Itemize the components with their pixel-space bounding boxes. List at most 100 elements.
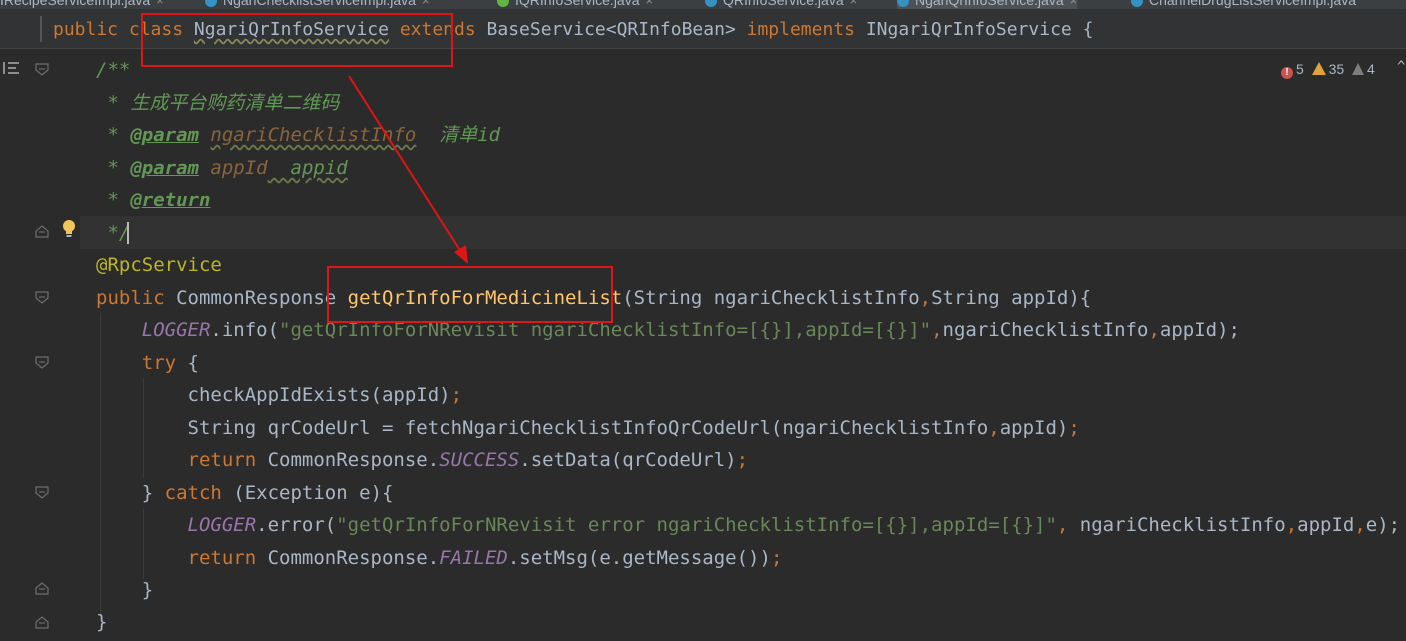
close-icon[interactable]: × [850, 0, 858, 8]
statement: String qrCodeUrl = fetchNgariChecklistIn… [187, 417, 989, 439]
doc-tag-return: @return [130, 189, 211, 211]
tab-ngarichecklistserviceimpl[interactable]: NgariChecklistServiceImpl.java × [205, 0, 430, 9]
code-line-16[interactable]: return CommonResponse.FAILED.setMsg(e.ge… [96, 542, 783, 574]
class-icon [1131, 0, 1143, 8]
argument: appId [1297, 514, 1355, 536]
code-line-17[interactable]: } [96, 574, 153, 606]
comma: , [988, 417, 1000, 439]
comma: , [931, 319, 943, 341]
close-icon[interactable]: × [646, 0, 654, 8]
tab-label: NgariChecklistServiceImpl.java [223, 0, 416, 8]
close-icon[interactable]: × [1070, 0, 1078, 8]
tab-irecipeserviceimpl[interactable]: IRecipeServiceImpl.java × [0, 0, 164, 9]
method-call: checkAppIdExists(appId) [187, 384, 451, 406]
editor-tab-bar: IRecipeServiceImpl.java × NgariChecklistS… [0, 0, 1406, 10]
fold-open-icon[interactable] [35, 486, 49, 499]
return-type: CommonResponse [164, 287, 348, 309]
method-params: (String ngariChecklistInfo [622, 287, 920, 309]
fold-close-icon[interactable] [35, 616, 49, 629]
class-reference: CommonResponse. [256, 547, 440, 569]
doc-star: * [96, 124, 131, 146]
inspection-widget[interactable]: ! 5 35 4 [1281, 60, 1375, 79]
code-line-7[interactable]: @RpcService [96, 249, 222, 281]
error-count: 5 [1296, 61, 1304, 77]
class-reference: CommonResponse. [256, 449, 440, 471]
logger-constant: LOGGER [187, 514, 257, 536]
method-call: .setMsg(e.getMessage()) [507, 547, 771, 569]
warning-count: 35 [1328, 61, 1345, 77]
structure-icon[interactable] [0, 57, 22, 79]
code-line-4[interactable]: * @param appId appid [96, 152, 348, 184]
tab-iqrinfoservice[interactable]: IQRInfoService.java × [497, 0, 653, 9]
code-line-14[interactable]: } catch (Exception e){ [96, 477, 394, 509]
keyword-return: return [187, 547, 257, 569]
code-line-11[interactable]: checkAppIdExists(appId); [96, 379, 463, 411]
class-icon [705, 0, 717, 8]
fold-open-icon[interactable] [35, 356, 49, 369]
lightbulb-icon[interactable] [61, 219, 77, 239]
tab-label: NgariQrInfoService.java [915, 0, 1064, 8]
method-params: String appId){ [931, 287, 1092, 309]
warning-icon [1311, 62, 1326, 75]
fold-close-icon[interactable] [35, 582, 49, 595]
tab-label: ChannelDrugListServiceImpl.java [1149, 0, 1356, 8]
close-brace: } [96, 611, 108, 633]
fold-open-icon[interactable] [35, 63, 49, 76]
keyword-implements: implements [746, 19, 855, 40]
comma: , [1056, 514, 1069, 536]
logger-constant: LOGGER [141, 319, 211, 341]
tab-channeldruglistserviceimpl[interactable]: ChannelDrugListServiceImpl.java [1131, 0, 1356, 9]
fold-close-icon[interactable] [35, 225, 49, 238]
argument: ngariChecklistInfo [942, 319, 1149, 341]
code-line-1[interactable]: /** [96, 54, 130, 86]
argument: ngariChecklistInfo [1068, 514, 1286, 536]
highlight-box-class-name [141, 13, 453, 67]
doc-param-desc: 清单id [416, 124, 501, 146]
code-line-10[interactable]: try { [96, 347, 199, 379]
class-icon [205, 0, 217, 8]
tab-ngariqrinfoservice[interactable]: NgariQrInfoService.java × [897, 0, 1078, 9]
keyword-catch: catch [164, 482, 222, 504]
tab-label: QRInfoService.java [723, 0, 844, 8]
doc-star: * [96, 157, 131, 179]
doc-param-desc: appid [267, 157, 348, 179]
semicolon: ; [1068, 417, 1080, 439]
keyword-try: try [141, 352, 177, 374]
base-class[interactable]: BaseService<QRInfoBean> [487, 19, 736, 40]
close-icon[interactable]: × [422, 0, 430, 8]
doc-comment-end: */ [96, 222, 131, 244]
code-line-2[interactable]: * 生成平台购药清单二维码 [96, 87, 339, 119]
close-icon[interactable]: × [156, 0, 164, 8]
code-line-15[interactable]: LOGGER.error("getQrInfoForNRevisit error… [96, 509, 1401, 541]
comma: , [1354, 514, 1366, 536]
semicolon: ; [450, 384, 463, 406]
argument: appId); [1159, 319, 1240, 341]
semicolon: ; [770, 547, 783, 569]
comma: , [1285, 514, 1298, 536]
interface-name[interactable]: INgariQrInfoService [866, 19, 1072, 40]
method-call: .setData(qrCodeUrl) [519, 449, 737, 471]
tab-qrinfoservice[interactable]: QRInfoService.java × [705, 0, 857, 9]
doc-param-name: ngariChecklistInfo [210, 124, 417, 146]
keyword-public: public [53, 19, 119, 40]
open-brace: { [176, 352, 199, 374]
close-brace: } [141, 579, 154, 601]
code-line-18[interactable]: } [96, 606, 107, 638]
tab-label: IQRInfoService.java [515, 0, 640, 8]
code-line-12[interactable]: String qrCodeUrl = fetchNgariChecklistIn… [96, 412, 1080, 444]
close-brace: } [141, 482, 165, 504]
tab-label: IRecipeServiceImpl.java [0, 0, 151, 8]
weak-warning-icon [1351, 63, 1364, 75]
annotation: @RpcService [96, 254, 222, 276]
comma: , [1148, 319, 1160, 341]
argument: appId) [999, 417, 1069, 439]
error-message-string: "getQrInfoForNRevisit error ngariCheckli… [336, 514, 1057, 536]
code-line-3[interactable]: * @param ngariChecklistInfo 清单id [96, 119, 500, 151]
code-line-9[interactable]: LOGGER.info("getQrInfoForNRevisit ngariC… [96, 314, 1240, 346]
code-line-13[interactable]: return CommonResponse.SUCCESS.setData(qr… [96, 444, 749, 476]
code-line-6[interactable]: */ [96, 217, 130, 249]
code-line-5[interactable]: * @return [96, 184, 210, 216]
fold-open-icon[interactable] [35, 291, 49, 304]
chevron-up-icon[interactable]: ^ [1397, 59, 1405, 75]
doc-star: * [96, 189, 131, 211]
